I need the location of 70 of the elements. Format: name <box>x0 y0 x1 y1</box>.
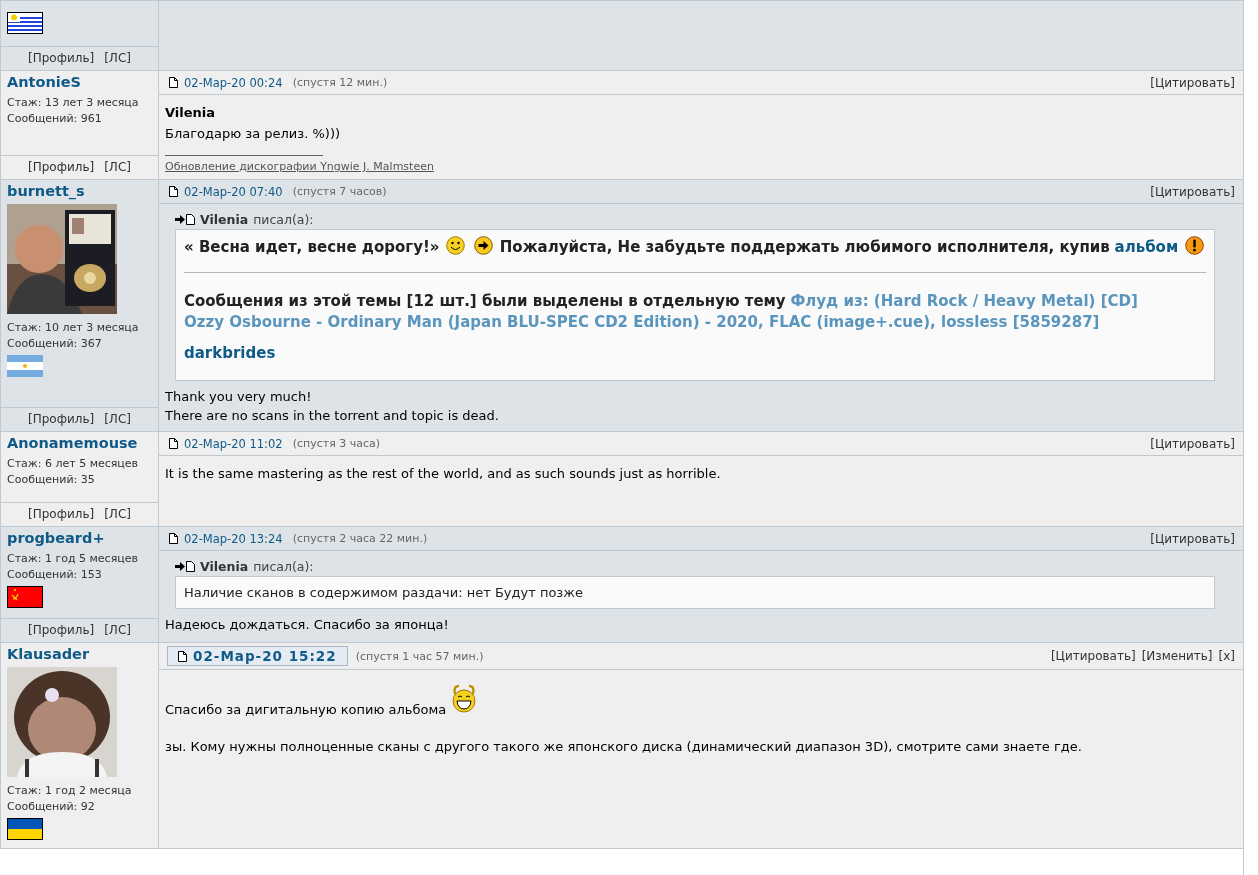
post-date-link[interactable]: 02-Мар-20 07:40 <box>167 183 285 200</box>
post-text: Благодарю за релиз. %))) <box>165 125 342 143</box>
profile-link[interactable]: [Профиль] <box>28 412 95 426</box>
quote-author: Vilenia <box>200 559 249 574</box>
smiley-icon <box>446 236 466 255</box>
quote-text: Наличие сканов в содержимом раздачи: нет Будут позже <box>184 584 584 602</box>
post-elapsed: (спустя 12 мин.) <box>292 76 388 89</box>
post-icon <box>169 77 178 88</box>
warning-icon <box>1184 236 1204 255</box>
quote-link[interactable]: [Цитировать] <box>1150 531 1235 546</box>
quote-label: писал(а): <box>253 559 314 574</box>
user-stat: Сообщений: 153 <box>6 567 103 583</box>
post-text: зы. Кому нужны полноценные сканы с другого такого же японского диска (динамический диапазон 3D), смотрите сами знаете где. <box>165 738 1083 756</box>
post-text: Vilenia <box>165 104 217 122</box>
message-link[interactable]: [ЛС] <box>104 412 131 426</box>
username[interactable]: Anonamemouse <box>1 435 158 456</box>
post-text: Спасибо за дигитальную копию альбома <box>165 684 1237 719</box>
post-icon <box>169 186 178 197</box>
quote-link[interactable]: [Цитировать] <box>1150 75 1235 90</box>
post-date-link[interactable]: 02-Мар-20 13:24 <box>167 530 285 547</box>
quote-author: Vilenia <box>200 212 249 227</box>
user-stat: Сообщений: 92 <box>6 799 96 815</box>
signature-link[interactable]: Обновление дискографии Yngwie J. Malmsteen <box>165 160 434 173</box>
post-icon <box>169 533 178 544</box>
edit-link[interactable]: [Изменить] <box>1141 649 1213 663</box>
quote-text: « Весна идет, весне дорогу!» Пожалуйста, Не забудьте поддержать любимого исполнителя, купив альбом <box>184 236 1206 258</box>
user-link[interactable]: darkbrides <box>184 344 276 362</box>
post-icon <box>178 650 187 662</box>
user-stat: Стаж: 1 год 2 месяца <box>6 783 133 799</box>
message-link[interactable]: [ЛС] <box>104 507 131 521</box>
quote-link[interactable]: [Цитировать] <box>1150 184 1235 199</box>
username[interactable]: AntonieS <box>1 74 158 95</box>
quote-icon <box>175 214 195 225</box>
post-date-link[interactable]: 02-Мар-20 00:24 <box>167 74 285 91</box>
post-elapsed: (спустя 2 часа 22 мин.) <box>292 532 428 545</box>
message-link[interactable]: [ЛС] <box>104 51 131 65</box>
user-stat: Стаж: 1 год 5 месяцев <box>6 551 139 567</box>
post-text: It is the same mastering as the rest of the world, and as such sounds just as horrible. <box>165 465 722 483</box>
message-link[interactable]: [ЛС] <box>104 623 131 637</box>
quote-link[interactable]: [Цитировать] <box>1050 649 1136 663</box>
post-elapsed: (спустя 1 час 57 мин.) <box>355 649 484 663</box>
user-stat: Стаж: 10 лет 3 месяца <box>6 320 140 336</box>
post-icon <box>169 438 178 449</box>
quote-label: писал(а): <box>253 212 314 227</box>
post-elapsed: (спустя 7 часов) <box>292 185 387 198</box>
user-stat: Сообщений: 35 <box>6 472 96 488</box>
post-date-link[interactable]: 02-Мар-20 11:02 <box>167 435 285 452</box>
quote-icon <box>175 561 195 572</box>
user-stat: Сообщений: 961 <box>6 111 103 127</box>
post-elapsed: (спустя 3 часа) <box>292 437 381 450</box>
profile-link[interactable]: [Профиль] <box>28 623 95 637</box>
username[interactable]: burnett_s <box>1 183 158 204</box>
user-stat: Стаж: 6 лет 5 месяцев <box>6 456 140 472</box>
profile-link[interactable]: [Профиль] <box>28 507 95 521</box>
post-text: Thank you very much! <box>165 388 313 406</box>
post-text: Надеюсь дождаться. Спасибо за японца! <box>165 616 450 634</box>
profile-link[interactable]: [Профиль] <box>28 51 95 65</box>
message-link[interactable]: [ЛС] <box>104 160 131 174</box>
quote-text: Сообщения из этой темы [12 шт.] были выделены в отдельную тему Флуд из: (Hard Rock / Heavy Metal) [CD] Ozzy Osbourne - Ordinary Man (Japan BLU-SPEC CD2 Edition) - 2020, FLAC (image+.cue), lossless [5859287] <box>184 291 1139 333</box>
username[interactable]: progbeard+ <box>1 530 158 551</box>
album-link[interactable]: альбом <box>1114 238 1179 256</box>
post-text: There are no scans in the torrent and topic is dead. <box>165 407 500 425</box>
username[interactable]: Klausader <box>1 646 158 667</box>
user-stat: Сообщений: 367 <box>6 336 103 352</box>
profile-link[interactable]: [Профиль] <box>28 160 95 174</box>
delete-link[interactable]: [x] <box>1218 649 1235 663</box>
user-stat: Стаж: 13 лет 3 месяца <box>6 95 140 111</box>
post-date-link[interactable]: 02-Мар-20 15:22 <box>167 646 348 666</box>
quote-link[interactable]: [Цитировать] <box>1150 436 1235 451</box>
laughing-smiley-icon <box>452 684 477 714</box>
